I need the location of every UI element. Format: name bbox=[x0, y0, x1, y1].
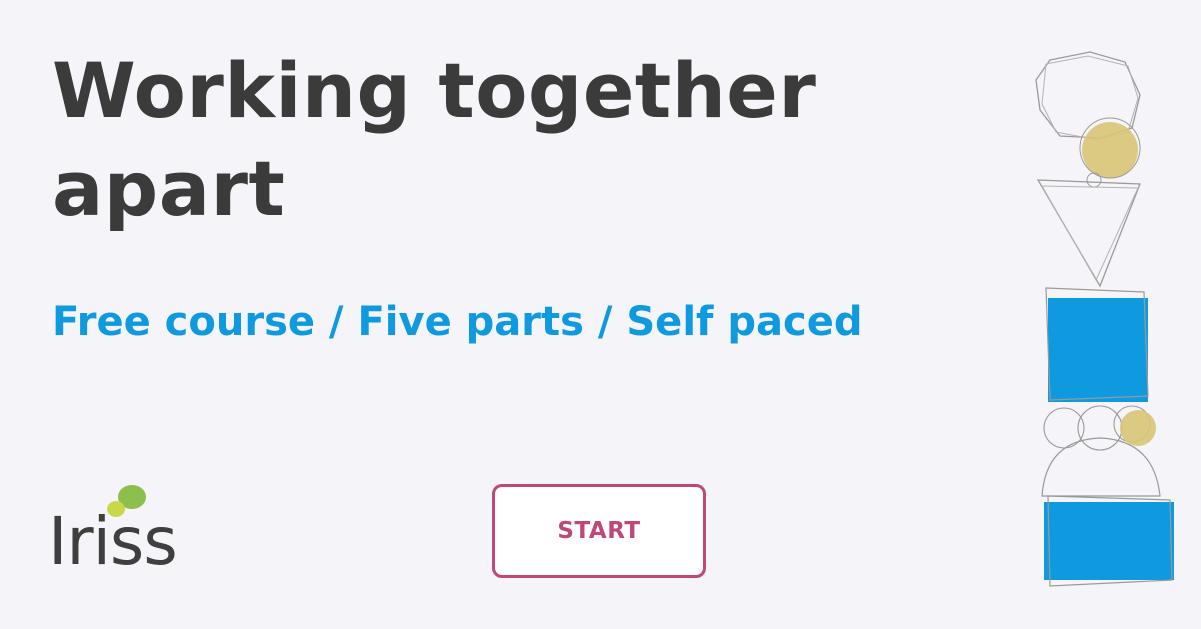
ochre-circle-top bbox=[1082, 122, 1138, 178]
logo-wordmark: Iriss bbox=[48, 503, 178, 580]
page-title-line-1: Working together bbox=[52, 46, 817, 135]
blue-square-top bbox=[1048, 298, 1148, 402]
course-subtitle: Free course / Five parts / Self paced bbox=[52, 299, 863, 345]
stacked-shapes-illustration bbox=[1035, 51, 1174, 587]
ochre-circle-bottom bbox=[1120, 410, 1156, 446]
sketch-semicircle-outline bbox=[1041, 437, 1161, 497]
sketch-circle-2 bbox=[1077, 405, 1123, 451]
start-button[interactable]: START bbox=[492, 484, 706, 578]
blue-rectangle-bottom bbox=[1044, 502, 1174, 580]
sketch-triangle-outline bbox=[1036, 179, 1141, 288]
iriss-logo: Iriss bbox=[48, 480, 198, 590]
page-title: Working together apart bbox=[52, 42, 972, 238]
sketch-triangle-outline-2 bbox=[1041, 185, 1139, 282]
small-circle-outline bbox=[1086, 172, 1102, 188]
page-title-line-2: apart bbox=[52, 144, 286, 233]
